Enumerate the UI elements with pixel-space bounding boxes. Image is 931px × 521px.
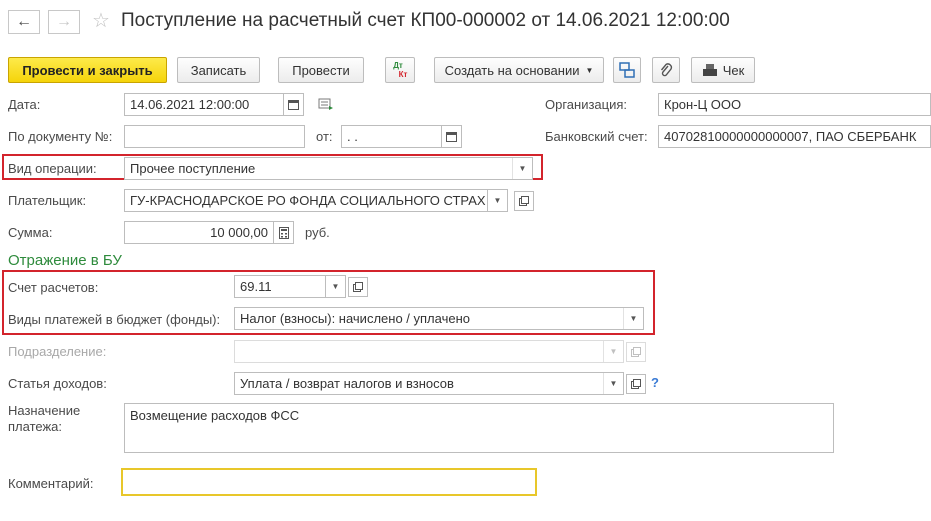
receipt-label: Чек: [722, 62, 745, 78]
chevron-down-icon: ▼: [609, 379, 618, 388]
chevron-down-icon: ▼: [493, 196, 502, 205]
arrow-left-icon: ←: [16, 13, 32, 30]
create-based-on-label: Создать на основании: [444, 62, 580, 78]
comment-field[interactable]: [121, 468, 537, 496]
income-item-label: Статья доходов:: [8, 376, 107, 391]
organization-field[interactable]: Крон-Ц ООО: [658, 93, 931, 116]
payer-field[interactable]: ГУ-КРАСНОДАРСКОЕ РО ФОНДА СОЦИАЛЬНОГО СТ…: [124, 189, 488, 212]
kt-icon-label: Кт: [398, 70, 408, 79]
open-form-icon: [631, 379, 641, 389]
page-title: Поступление на расчетный счет КП00-00000…: [121, 10, 730, 31]
from-date-label: от:: [316, 129, 333, 144]
cash-register-icon: [702, 64, 717, 76]
payment-purpose-textarea[interactable]: Возмещение расходов ФСС: [124, 403, 834, 453]
date-field[interactable]: 14.06.2021 12:00:00: [124, 93, 284, 116]
calculator-icon: [278, 226, 289, 239]
open-form-icon: [519, 196, 529, 206]
budget-payments-label: Виды платежей в бюджет (фонды):: [8, 312, 221, 327]
purpose-label-line2: платежа:: [8, 419, 62, 434]
department-field[interactable]: [234, 340, 624, 363]
doc-number-field[interactable]: [124, 125, 305, 148]
account-label: Счет расчетов:: [8, 280, 99, 295]
income-item-open-button[interactable]: [626, 374, 646, 394]
arrow-right-icon: →: [56, 13, 72, 30]
date-label: Дата:: [8, 97, 41, 112]
save-button[interactable]: Записать: [177, 57, 260, 83]
chevron-down-icon: ▼: [518, 164, 527, 173]
purpose-label-line1: Назначение: [8, 403, 81, 418]
calendar-icon: [288, 100, 299, 110]
structure-icon: [619, 62, 635, 78]
structure-button[interactable]: [613, 57, 641, 83]
calculator-button[interactable]: [274, 221, 294, 244]
chevron-down-icon: ▼: [585, 65, 594, 75]
section-title: Отражение в БУ: [8, 252, 122, 269]
department-dropdown[interactable]: ▼: [603, 341, 623, 362]
chevron-down-icon: ▼: [629, 314, 638, 323]
bank-account-field[interactable]: 40702810000000000007, ПАО СБЕРБАНК: [658, 125, 931, 148]
account-field[interactable]: 69.11: [234, 275, 326, 298]
doc-number-label: По документу №:: [8, 129, 113, 144]
operation-type-label: Вид операции:: [8, 161, 97, 176]
dt-kt-button[interactable]: Дт Кт: [385, 57, 415, 83]
from-date-field[interactable]: . .: [341, 125, 442, 148]
sum-field[interactable]: 10 000,00: [124, 221, 274, 244]
operation-type-dropdown[interactable]: ▼: [512, 158, 532, 179]
budget-payments-select[interactable]: Налог (взносы): начислено / уплачено: [234, 307, 644, 330]
dt-icon-label: Дт: [393, 61, 403, 70]
post-button[interactable]: Провести: [278, 57, 364, 83]
open-form-icon: [353, 282, 363, 292]
sum-label: Сумма:: [8, 225, 53, 240]
payer-dropdown[interactable]: ▼: [488, 189, 508, 212]
favorite-star-icon[interactable]: ☆: [92, 8, 110, 33]
account-dropdown[interactable]: ▼: [326, 275, 346, 298]
chevron-down-icon: ▼: [609, 347, 618, 356]
department-open-button[interactable]: [626, 342, 646, 362]
forward-button[interactable]: →: [48, 10, 80, 34]
documents-list-icon[interactable]: [318, 97, 334, 114]
help-icon[interactable]: ?: [651, 375, 659, 390]
operation-type-select[interactable]: Прочее поступление: [124, 157, 533, 180]
bank-account-label: Банковский счет:: [545, 129, 648, 144]
income-item-dropdown[interactable]: ▼: [603, 373, 623, 394]
comment-label: Комментарий:: [8, 476, 94, 491]
calendar-icon: [446, 132, 457, 142]
organization-label: Организация:: [545, 97, 628, 112]
currency-label: руб.: [305, 225, 330, 240]
budget-payments-dropdown[interactable]: ▼: [623, 308, 643, 329]
payer-open-button[interactable]: [514, 191, 534, 211]
open-form-icon: [631, 347, 641, 357]
post-and-close-button[interactable]: Провести и закрыть: [8, 57, 167, 83]
from-date-calendar-button[interactable]: [442, 125, 462, 148]
receipt-button[interactable]: Чек: [691, 57, 755, 83]
account-open-button[interactable]: [348, 277, 368, 297]
income-item-field[interactable]: Уплата / возврат налогов и взносов: [234, 372, 624, 395]
date-calendar-button[interactable]: [284, 93, 304, 116]
create-based-on-button[interactable]: Создать на основании ▼: [434, 57, 604, 83]
chevron-down-icon: ▼: [331, 282, 340, 291]
attach-button[interactable]: [652, 57, 680, 83]
payer-label: Плательщик:: [8, 193, 87, 208]
back-button[interactable]: ←: [8, 10, 40, 34]
department-label: Подразделение:: [8, 344, 107, 359]
paperclip-icon: [660, 63, 673, 77]
